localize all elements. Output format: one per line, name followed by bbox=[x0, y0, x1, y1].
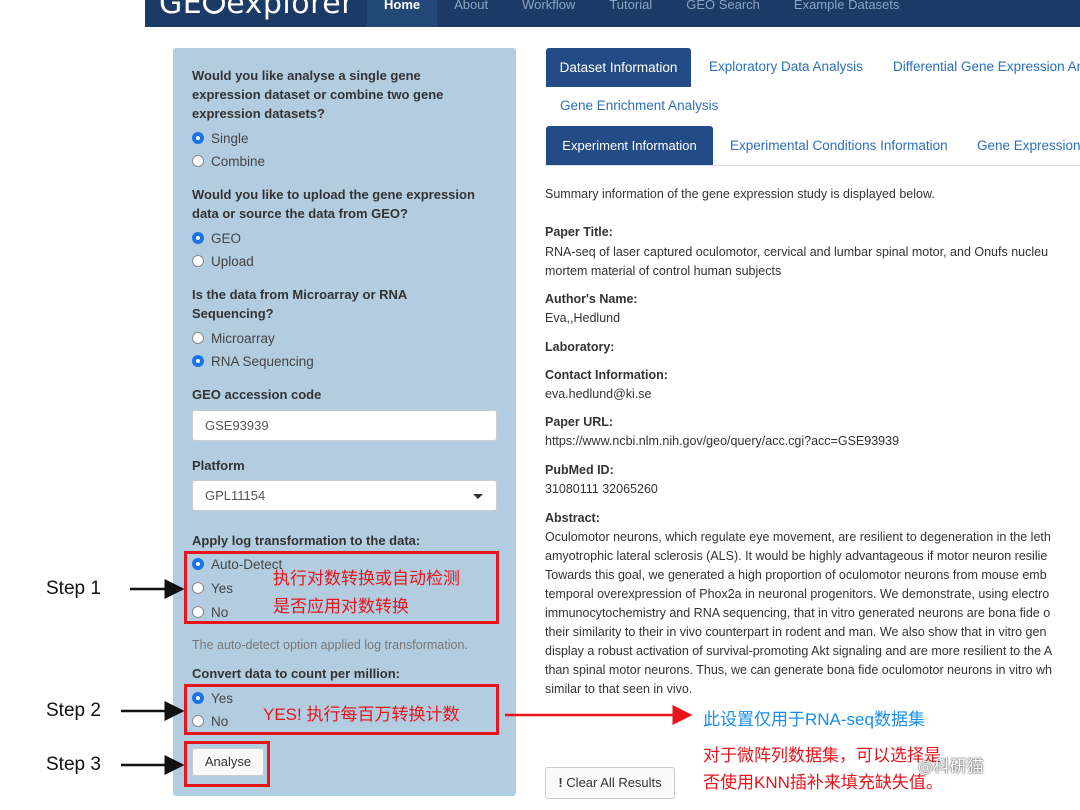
watermark: ◎科研猫 bbox=[918, 752, 984, 777]
annotation-arrows bbox=[121, 579, 693, 775]
watermark-text: 科研猫 bbox=[932, 757, 984, 776]
chat-bubble-icon: ◎ bbox=[918, 757, 933, 776]
